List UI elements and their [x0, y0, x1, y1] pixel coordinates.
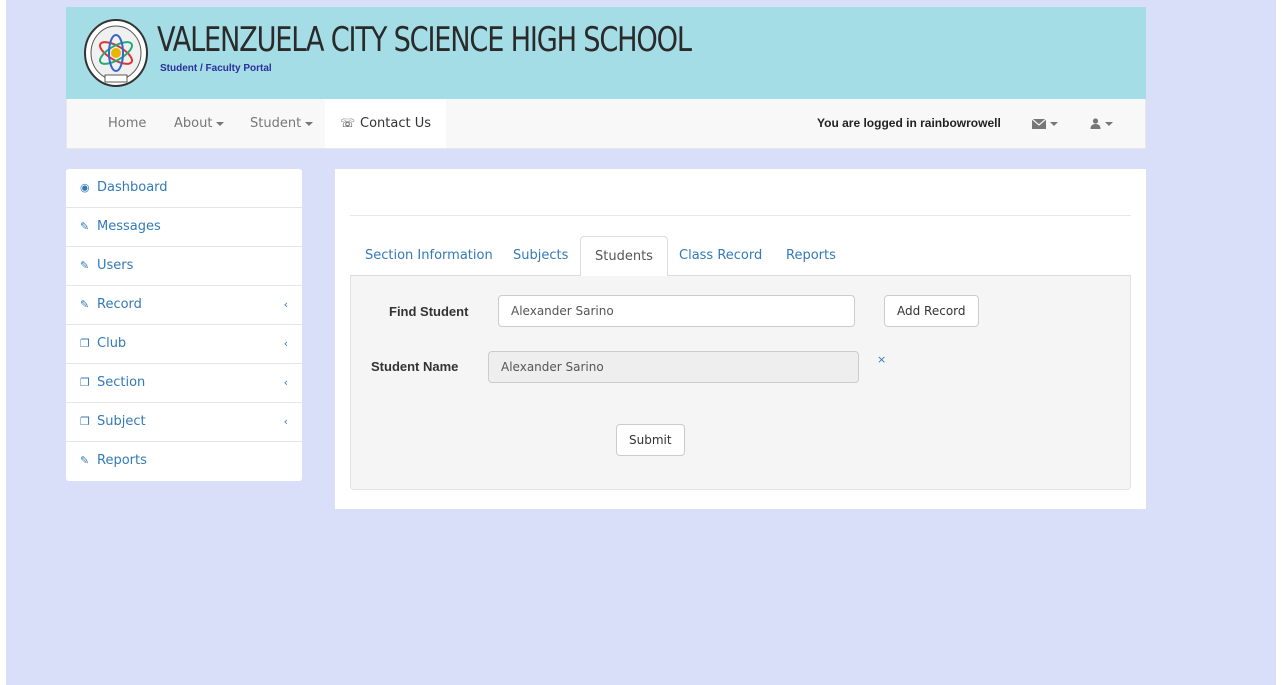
tab-students[interactable]: Students	[580, 236, 668, 277]
sidebar-item-section[interactable]: ❐ Section ‹	[66, 364, 302, 403]
dashboard-icon: ◉	[80, 181, 90, 194]
student-form: Find Student Alexander Sarino Add Record…	[350, 276, 1131, 490]
nav-about-dropdown[interactable]: About	[174, 99, 225, 148]
sidebar-item-club[interactable]: ❐ Club ‹	[66, 325, 302, 364]
edit-icon: ✎	[80, 220, 90, 233]
site-header: VALENZUELA CITY SCIENCE HIGH SCHOOL Stud…	[66, 7, 1146, 99]
tab-bar: Section Information Subjects Students Cl…	[350, 236, 1131, 277]
clear-student-icon[interactable]: ×	[877, 353, 886, 366]
edit-icon: ✎	[80, 454, 90, 467]
chevron-left-icon: ‹	[283, 337, 288, 350]
caret-down-icon	[305, 121, 314, 126]
sidebar-item-dashboard[interactable]: ◉ Dashboard	[66, 169, 302, 208]
main-panel: Section Information Subjects Students Cl…	[335, 169, 1146, 509]
sidebar-item-messages[interactable]: ✎ Messages	[66, 208, 302, 247]
divider	[350, 215, 1131, 216]
sidebar-item-record[interactable]: ✎ Record ‹	[66, 286, 302, 325]
logged-in-status: You are logged in rainbowrowell	[817, 116, 1001, 130]
phone-icon: ☏	[340, 116, 356, 130]
caret-down-icon	[216, 121, 225, 126]
copy-icon: ❐	[80, 376, 90, 389]
nav-contact-us[interactable]: ☏ Contact Us	[325, 99, 447, 148]
chevron-left-icon: ‹	[283, 298, 288, 311]
envelope-icon	[1031, 118, 1047, 129]
chevron-left-icon: ‹	[283, 415, 288, 428]
caret-down-icon	[1050, 121, 1058, 126]
chevron-left-icon: ‹	[283, 376, 288, 389]
student-name-label: Student Name	[371, 359, 459, 374]
tab-subjects[interactable]: Subjects	[513, 236, 568, 276]
user-icon	[1090, 118, 1101, 129]
caret-down-icon	[1105, 121, 1113, 126]
top-navbar: Home About Student ☏ Contact Us You are l…	[66, 99, 1146, 149]
nav-student-dropdown[interactable]: Student	[250, 99, 314, 148]
find-student-label: Find Student	[389, 304, 469, 319]
add-record-button[interactable]: Add Record	[884, 295, 979, 327]
messages-dropdown[interactable]	[1031, 99, 1058, 148]
school-seal-icon	[84, 19, 148, 87]
copy-icon: ❐	[80, 415, 90, 428]
sidebar-item-subject[interactable]: ❐ Subject ‹	[66, 403, 302, 442]
school-name: VALENZUELA CITY SCIENCE HIGH SCHOOL	[157, 20, 692, 60]
user-dropdown[interactable]	[1090, 99, 1113, 148]
find-student-input[interactable]: Alexander Sarino	[498, 295, 855, 327]
edit-icon: ✎	[80, 259, 90, 272]
sidebar-item-users[interactable]: ✎ Users	[66, 247, 302, 286]
student-name-field: Alexander Sarino	[488, 351, 859, 383]
tab-reports[interactable]: Reports	[786, 236, 836, 276]
copy-icon: ❐	[80, 337, 90, 350]
portal-subtitle: Student / Faculty Portal	[160, 63, 272, 74]
nav-home[interactable]: Home	[108, 99, 146, 148]
sidebar: ◉ Dashboard ✎ Messages ✎ Users ✎ Record ‹ ❐ C…	[66, 169, 302, 481]
tab-section-information[interactable]: Section Information	[365, 236, 493, 276]
edit-icon: ✎	[80, 298, 90, 311]
submit-button[interactable]: Submit	[616, 424, 685, 456]
sidebar-item-reports[interactable]: ✎ Reports	[66, 442, 302, 481]
tab-class-record[interactable]: Class Record	[679, 236, 762, 276]
